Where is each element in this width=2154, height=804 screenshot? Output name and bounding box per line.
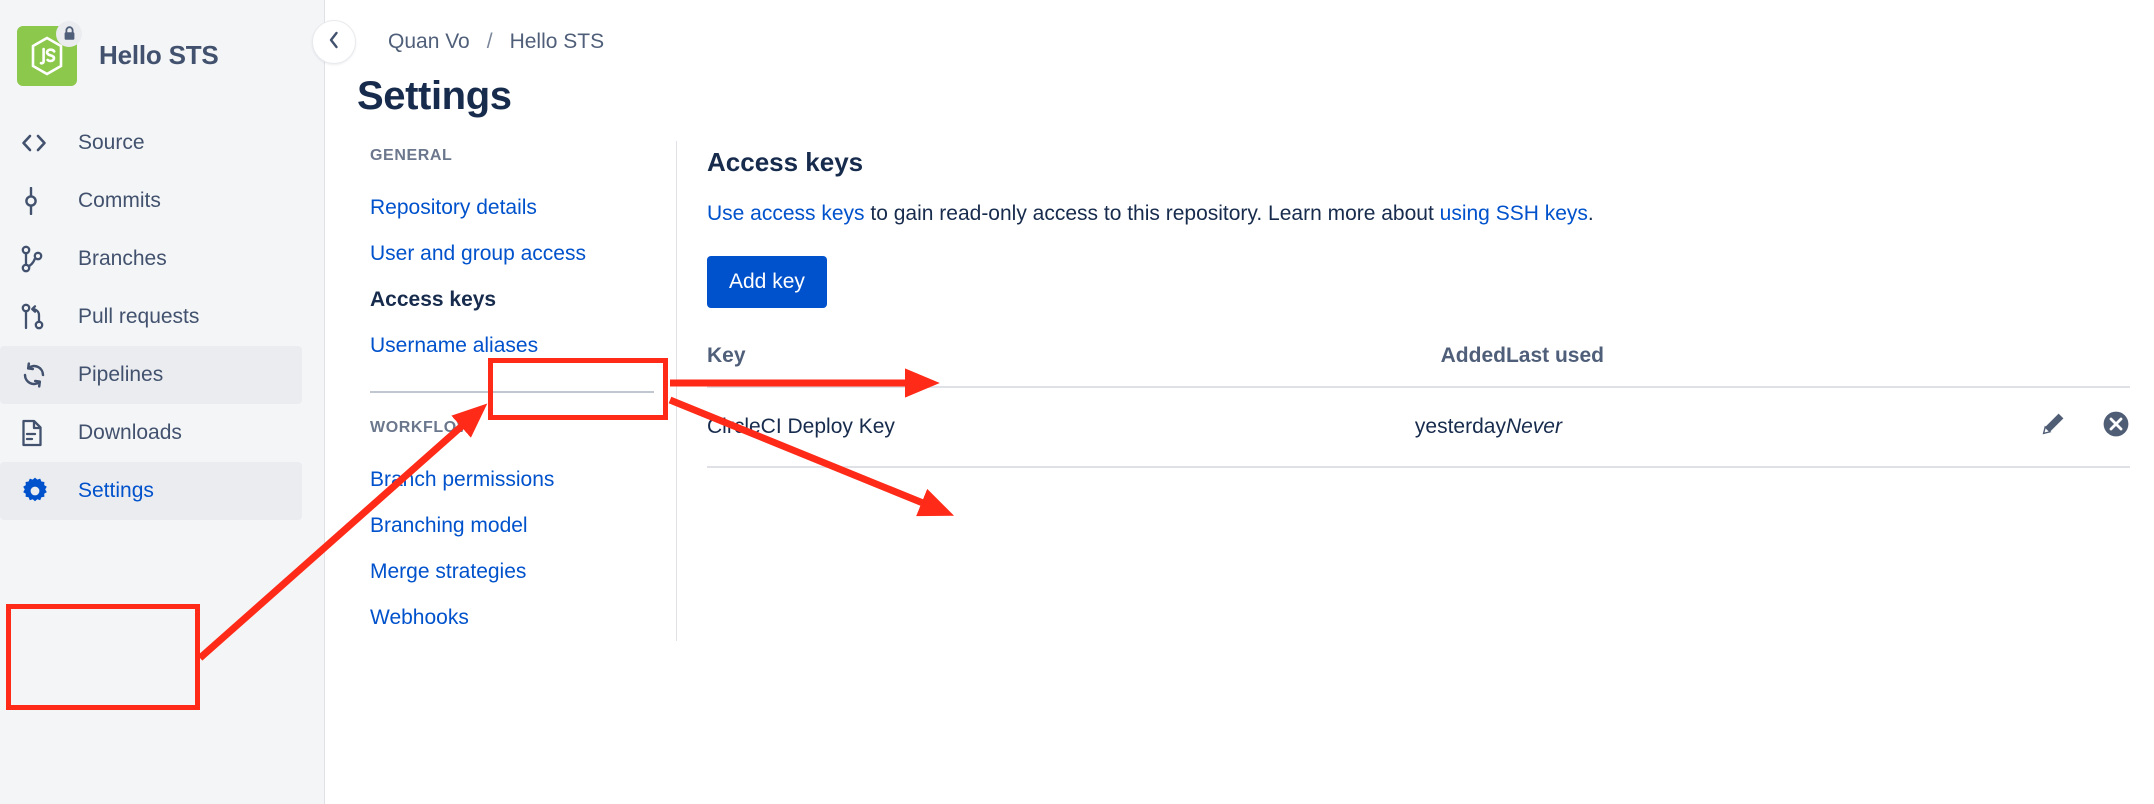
sidebar-item-pull-requests[interactable]: Pull requests bbox=[0, 288, 302, 346]
settings-nav-item-branching-model[interactable]: Branching model bbox=[370, 503, 676, 549]
cell-added: yesterday bbox=[1245, 387, 1506, 469]
panel-description-end: . bbox=[1587, 202, 1594, 225]
sidebar-item-downloads[interactable]: Downloads bbox=[0, 404, 302, 462]
sidebar-item-label: Branches bbox=[78, 247, 167, 270]
column-header-added: Added bbox=[1245, 338, 1506, 389]
downloads-icon bbox=[20, 419, 56, 447]
breadcrumb-separator: / bbox=[486, 30, 493, 53]
repository-header: Hello STS bbox=[0, 0, 324, 94]
column-header-last-used: Last used bbox=[1505, 338, 1787, 389]
settings-nav-item-user-and-group-access[interactable]: User and group access bbox=[370, 231, 676, 277]
cell-row-actions bbox=[1786, 387, 2130, 469]
gear-icon bbox=[20, 476, 56, 506]
settings-layout: GENERAL Repository details User and grou… bbox=[326, 141, 2154, 641]
lock-icon bbox=[56, 20, 82, 47]
sidebar-item-label: Commits bbox=[78, 189, 161, 212]
repository-name: Hello STS bbox=[99, 40, 219, 70]
cell-last-used: Never bbox=[1505, 387, 1787, 469]
settings-nav-item-repository-details[interactable]: Repository details bbox=[370, 185, 676, 231]
breadcrumb: Quan Vo / Hello STS bbox=[388, 30, 604, 54]
branches-icon bbox=[20, 245, 56, 273]
pencil-icon[interactable] bbox=[2040, 411, 2066, 443]
column-header-key: Key bbox=[707, 338, 1246, 389]
pull-request-icon bbox=[20, 303, 56, 331]
table-header-row: Key Added Last used bbox=[707, 338, 2130, 389]
settings-nav-divider bbox=[370, 391, 654, 393]
repository-sidebar: Hello STS Source Commits Branches Pull r… bbox=[0, 0, 325, 804]
sidebar-item-pipelines[interactable]: Pipelines bbox=[0, 346, 302, 404]
using-ssh-keys-link[interactable]: using SSH keys bbox=[1440, 202, 1588, 225]
settings-nav-item-merge-strategies[interactable]: Merge strategies bbox=[370, 549, 676, 595]
sidebar-item-commits[interactable]: Commits bbox=[0, 172, 302, 230]
code-brackets-icon bbox=[20, 133, 56, 153]
sidebar-item-label: Pull requests bbox=[78, 305, 200, 328]
add-key-button[interactable]: Add key bbox=[707, 256, 827, 309]
settings-nav-item-branch-permissions[interactable]: Branch permissions bbox=[370, 457, 676, 503]
panel-description: Use access keys to gain read-only access… bbox=[707, 200, 2130, 228]
cell-key-name: CircleCI Deploy Key bbox=[707, 387, 1246, 469]
panel-description-mid: to gain read-only access to this reposit… bbox=[864, 202, 1440, 225]
page-title: Settings bbox=[357, 74, 512, 118]
breadcrumb-repository[interactable]: Hello STS bbox=[510, 30, 605, 54]
commit-icon bbox=[20, 187, 56, 215]
breadcrumb-workspace[interactable]: Quan Vo bbox=[388, 30, 470, 54]
close-circle-icon[interactable] bbox=[2102, 410, 2130, 444]
sidebar-item-label: Pipelines bbox=[78, 363, 164, 386]
access-keys-panel: Access keys Use access keys to gain read… bbox=[677, 147, 2154, 641]
sidebar-item-label: Source bbox=[78, 131, 145, 154]
sidebar-item-branches[interactable]: Branches bbox=[0, 230, 302, 288]
back-button[interactable] bbox=[312, 20, 356, 64]
chevron-left-icon bbox=[327, 30, 341, 55]
access-keys-table: Key Added Last used CircleCI Deploy Key … bbox=[707, 338, 2130, 469]
panel-title: Access keys bbox=[707, 147, 864, 177]
sidebar-nav-list: Source Commits Branches Pull requests Pi… bbox=[0, 114, 324, 520]
main-content: Quan Vo / Hello STS Settings GENERAL Rep… bbox=[312, 0, 2154, 804]
settings-nav: GENERAL Repository details User and grou… bbox=[326, 147, 676, 641]
settings-group-title-general: GENERAL bbox=[370, 147, 453, 164]
sidebar-item-source[interactable]: Source bbox=[0, 114, 302, 172]
sidebar-item-label: Downloads bbox=[78, 421, 182, 444]
settings-nav-item-webhooks[interactable]: Webhooks bbox=[370, 595, 676, 641]
pipelines-icon bbox=[20, 361, 56, 389]
repository-avatar bbox=[17, 20, 82, 86]
table-row: CircleCI Deploy Key yesterday Never bbox=[707, 387, 2130, 469]
sidebar-item-label: Settings bbox=[78, 479, 154, 502]
settings-nav-item-username-aliases[interactable]: Username aliases bbox=[370, 323, 676, 369]
settings-nav-item-access-keys[interactable]: Access keys bbox=[370, 277, 676, 323]
column-header-actions bbox=[1786, 338, 2130, 389]
breadcrumb-row: Quan Vo / Hello STS bbox=[312, 0, 2154, 64]
use-access-keys-link[interactable]: Use access keys bbox=[707, 202, 865, 225]
sidebar-item-settings[interactable]: Settings bbox=[0, 462, 302, 520]
settings-group-title-workflow: WORKFLOW bbox=[370, 419, 473, 436]
